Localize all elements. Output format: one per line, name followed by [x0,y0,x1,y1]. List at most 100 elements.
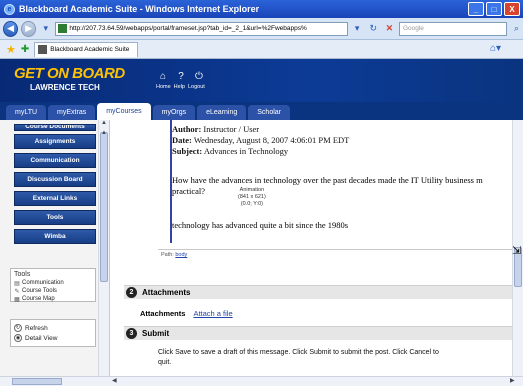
logout-link[interactable]: Logout [188,84,205,90]
path-body-link[interactable]: body [175,252,187,258]
search-input[interactable]: Google [398,21,507,36]
attachments-section-header: 2 Attachments [124,285,512,299]
ie-icon: e [4,3,15,15]
close-button[interactable]: X [504,2,520,16]
logout-icon[interactable]: ⏻ [194,71,204,82]
tool-course-tools-label: Course Tools [22,288,57,294]
tab-mycourses[interactable]: myCourses [97,103,151,120]
question-line-1: How have the advances in technology over… [172,175,483,185]
animation-label: Animation [239,187,265,193]
browser-tab[interactable]: Blackboard Academic Suite [34,41,139,57]
detail-view-icon: ◉ [14,334,22,342]
tool-course-map-label: Course Map [22,296,55,302]
submit-instructions: Click Save to save a draft of this messa… [158,348,508,368]
help-link[interactable]: Help [174,84,185,90]
home-icon[interactable]: ⌂▾ [490,43,501,54]
url-field[interactable]: http://207.73.64.59/webapps/portal/frame… [55,21,348,36]
header-icons: ⌂ ? ⏻ [158,71,204,82]
favorites-star-icon[interactable]: ★ [6,43,16,56]
view-box: ↻ Refresh ◉ Detail View [10,319,96,347]
menu-assignments[interactable]: Assignments [14,134,96,149]
animation-coords: (0.0; Y:0) [240,201,264,207]
quoted-header: Author: Instructor / User Date: Wednesda… [172,124,512,157]
tab-myltu[interactable]: myLTU [6,105,47,120]
forward-arrow-icon: ▶ [25,23,33,33]
course-menu: Course Documents Assignments Communicati… [14,124,96,248]
tool-communication[interactable]: ▤ Communication [14,279,92,287]
help-icon[interactable]: ? [176,71,186,82]
course-tools-icon: ✎ [14,288,20,295]
address-toolbar: ◀ ▶ ▾ http://207.73.64.59/webapps/portal… [0,18,523,40]
refresh-label: Refresh [25,324,48,332]
forward-button[interactable]: ▶ [21,20,37,37]
detail-view-item[interactable]: ◉ Detail View [14,333,92,343]
resize-cursor-icon: ⇲ [512,245,522,257]
date-label: Date: [172,135,192,145]
menu-wimba[interactable]: Wimba [14,229,96,244]
add-favorites-icon[interactable]: ✚ [21,44,29,55]
header-links: Home Help Logout [156,84,205,90]
path-label: Path: [161,252,174,258]
search-icon[interactable]: ⌕ [510,22,523,36]
refresh-icon[interactable]: ↻ [367,22,380,36]
home-icon[interactable]: ⌂ [158,71,168,82]
maximize-button[interactable]: □ [486,2,502,16]
tool-course-tools[interactable]: ✎ Course Tools [14,287,92,295]
tab-myorgs[interactable]: myOrgs [152,105,196,120]
communication-icon: ▤ [14,280,20,287]
left-scroll-thumb[interactable] [100,132,108,282]
step-number-3: 3 [126,328,137,339]
home-link[interactable]: Home [156,84,171,90]
editor-path-bar: Path: body [158,249,512,259]
menu-course-documents[interactable]: Course Documents [14,124,96,131]
scroll-left-icon[interactable]: ◀ [112,377,117,384]
submit-instructions-line-1: Click Save to save a draft of this messa… [158,349,439,356]
left-horizontal-scrollbar[interactable] [0,376,110,386]
window-title-bar: e Blackboard Academic Suite - Windows In… [0,0,523,18]
window-controls: _ □ X [468,2,520,16]
window-title: Blackboard Academic Suite - Windows Inte… [19,4,260,14]
reply-text: technology has advanced quite a bit sinc… [172,220,349,230]
url-dropdown-icon[interactable]: ▾ [351,22,364,36]
attachments-label: Attachments [140,309,186,318]
menu-tools[interactable]: Tools [14,210,96,225]
author-value: Instructor / User [203,124,260,134]
url-text: http://207.73.64.59/webapps/portal/frame… [69,25,307,32]
left-vertical-scrollbar[interactable]: ▲ [98,120,109,376]
scroll-up-icon[interactable]: ▲ [99,120,109,130]
main-horizontal-scrollbar[interactable]: ◀ ▶ [110,376,523,386]
tab-elearning[interactable]: eLearning [197,105,247,120]
blackboard-header: GET ON BOARD LAWRENCE TECH ⌂ ? ⏻ Home He… [0,59,523,102]
back-button[interactable]: ◀ [3,20,19,37]
author-label: Author: [172,124,202,134]
attachments-heading: Attachments [142,288,191,297]
menu-external-links[interactable]: External Links [14,191,96,206]
browser-tab-strip: ★ ✚ Blackboard Academic Suite ⌂▾ [0,40,523,59]
question-line-2: practical? [172,186,206,196]
submit-section-header: 3 Submit [124,326,512,340]
quoted-question: How have the advances in technology over… [172,175,512,197]
course-map-icon: ▦ [14,296,20,303]
history-dropdown-icon[interactable]: ▾ [39,22,52,36]
logo-get-on-board: GET ON BOARD [14,65,125,82]
subject-value: Advances in Technology [203,146,289,156]
minimize-button[interactable]: _ [468,2,484,16]
detail-view-label: Detail View [25,334,58,342]
tool-course-map[interactable]: ▦ Course Map [14,295,92,303]
back-arrow-icon: ◀ [7,23,15,33]
menu-communication[interactable]: Communication [14,153,96,168]
scroll-right-icon[interactable]: ▶ [510,377,515,384]
blackboard-favicon [38,45,48,54]
tab-scholar[interactable]: Scholar [248,105,290,120]
left-hscroll-thumb[interactable] [12,378,62,385]
stop-icon[interactable]: ✕ [383,22,396,36]
tab-myextras[interactable]: myExtras [48,105,96,120]
attach-file-link[interactable]: Attach a file [193,309,232,318]
menu-discussion-board[interactable]: Discussion Board [14,172,96,187]
course-menu-pane: Course Documents Assignments Communicati… [0,120,110,376]
collapse-menu-icon[interactable]: ▲ [101,130,108,138]
animation-size: (841 x 621) [238,194,266,200]
reply-form: Author: Instructor / User Date: Wednesda… [110,120,512,376]
browser-tab-label: Blackboard Academic Suite [50,46,130,53]
refresh-item[interactable]: ↻ Refresh [14,323,92,333]
